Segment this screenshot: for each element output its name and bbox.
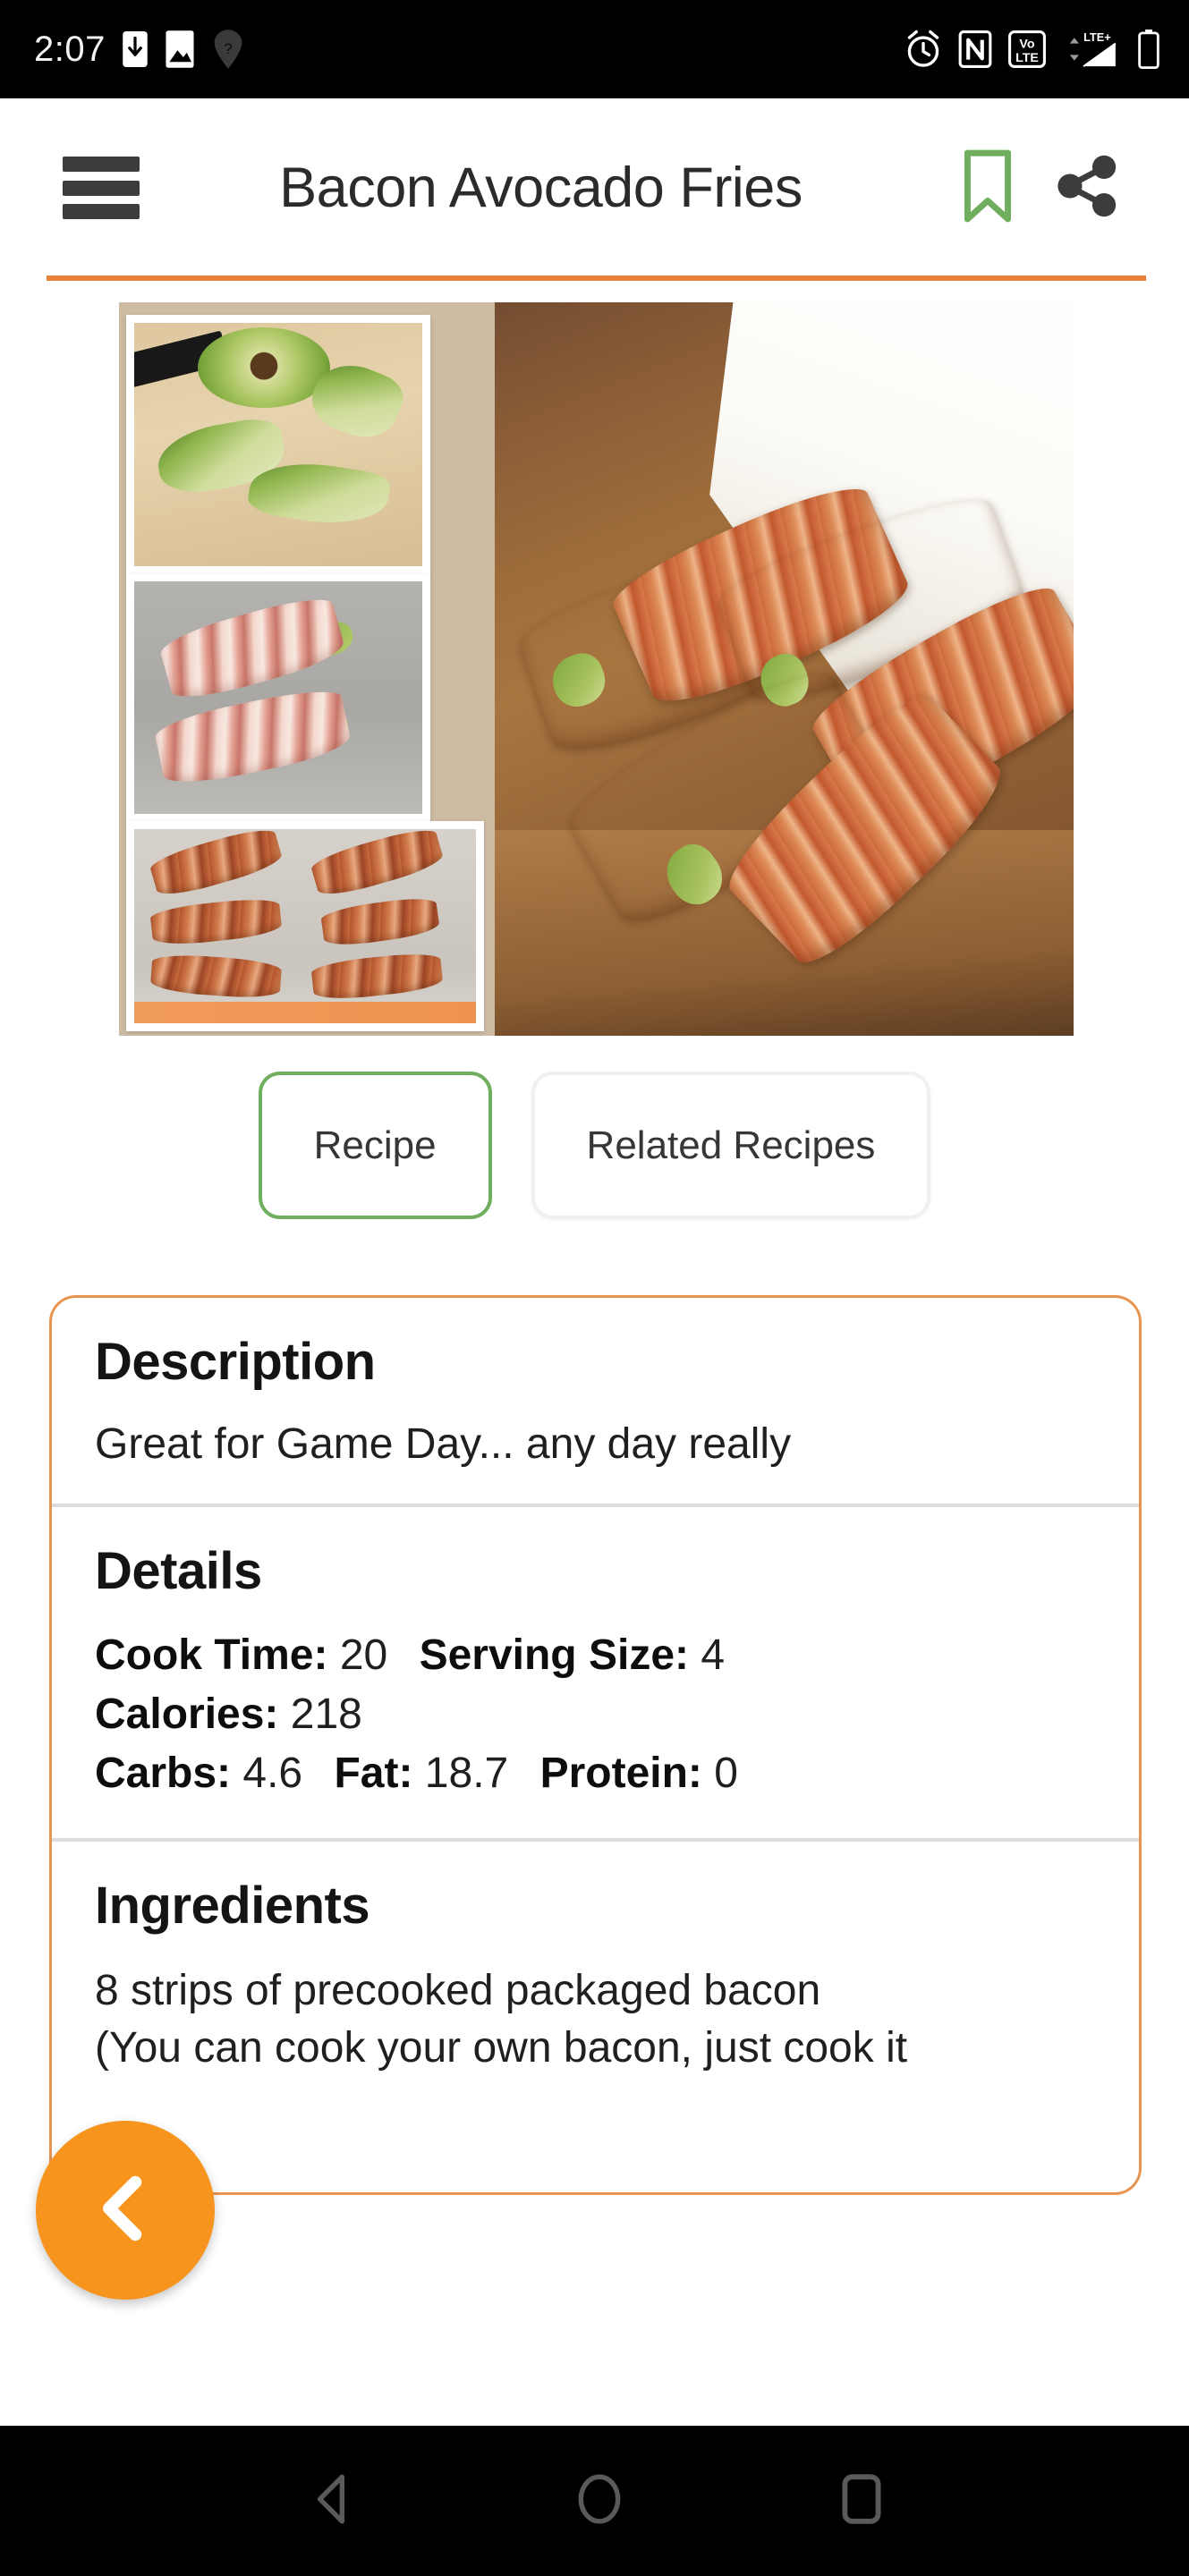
status-bar-clock: 2:07: [34, 29, 106, 69]
page-title: Bacon Avocado Fries: [279, 157, 803, 219]
chevron-left-icon: [85, 2168, 166, 2253]
svg-text:?: ?: [224, 40, 232, 57]
tab-related-recipes-label: Related Recipes: [586, 1123, 876, 1167]
recipe-content-card: Description Great for Game Day... any da…: [49, 1295, 1142, 2195]
bookmark-icon[interactable]: [960, 149, 1015, 227]
detail-value-calories: 218: [290, 1690, 362, 1738]
status-bar-left: 2:07 ?: [34, 29, 245, 70]
details-row: Cook Time: 20 Serving Size: 4: [95, 1628, 1096, 1683]
app-bar-actions: [960, 149, 1119, 227]
detail-label-cook-time: Cook Time:: [95, 1631, 328, 1679]
detail-label-calories: Calories:: [95, 1690, 279, 1738]
details-row: Calories: 218: [95, 1687, 1096, 1742]
detail-label-carbs: Carbs:: [95, 1750, 232, 1798]
svg-text:LTE: LTE: [1015, 51, 1039, 65]
detail-value-cook-time: 20: [339, 1631, 388, 1679]
hero-thumb-raw-wraps: [126, 573, 430, 822]
detail-label-fat: Fat:: [334, 1750, 413, 1798]
hero-thumb-cooked-fries: [126, 821, 484, 1031]
tab-related-recipes[interactable]: Related Recipes: [531, 1072, 931, 1219]
app-bar: Bacon Avocado Fries: [0, 98, 1189, 277]
share-icon[interactable]: [1055, 153, 1119, 224]
svg-text:LTE+: LTE+: [1083, 30, 1111, 44]
ingredients-heading: Ingredients: [95, 1876, 370, 1935]
details-row: Carbs: 4.6 Fat: 18.7 Protein: 0: [95, 1746, 1096, 1801]
alarm-clock-icon: [904, 30, 942, 69]
image-icon: [165, 30, 195, 69]
nfc-icon: [958, 30, 992, 69]
svg-text:Vo: Vo: [1019, 38, 1034, 52]
ingredients-section: Ingredients 8 strips of precooked packag…: [52, 1837, 1139, 2110]
back-fab-button[interactable]: [36, 2121, 215, 2300]
details-section: Details Cook Time: 20 Serving Size: 4 Ca…: [52, 1503, 1139, 1838]
detail-value-fat: 18.7: [424, 1750, 509, 1798]
status-bar-right: Vo LTE LTE+: [904, 29, 1160, 70]
app-bar-underline: [47, 275, 1146, 281]
details-heading: Details: [95, 1541, 262, 1600]
ingredient-line: 8 strips of precooked packaged bacon: [95, 1966, 821, 2014]
lte-plus-signal-icon: LTE+: [1062, 29, 1121, 70]
hero-thumb-avocado: [126, 315, 430, 574]
app-screen: 2:07 ? Vo LTE LTE+ Bacon Avocado Fries R…: [0, 0, 1189, 2576]
detail-value-protein: 0: [714, 1750, 738, 1798]
tab-recipe[interactable]: Recipe: [258, 1072, 492, 1219]
status-bar: 2:07 ? Vo LTE LTE+: [0, 0, 1189, 98]
hero-main-photo: [495, 302, 1074, 1036]
download-to-phone-icon: [122, 30, 149, 69]
unknown-location-icon: ?: [211, 29, 245, 70]
detail-label-protein: Protein:: [539, 1750, 702, 1798]
detail-value-serving-size: 4: [701, 1631, 726, 1679]
detail-value-carbs: 4.6: [242, 1750, 303, 1798]
tab-bar: Recipe Related Recipes: [0, 1072, 1189, 1219]
android-navigation-bar: [0, 2426, 1189, 2576]
tab-recipe-label: Recipe: [313, 1123, 437, 1167]
back-button[interactable]: [305, 2471, 361, 2531]
detail-label-serving-size: Serving Size:: [419, 1631, 689, 1679]
description-text: Great for Game Day... any day really: [95, 1420, 792, 1468]
description-section: Description Great for Game Day... any da…: [52, 1298, 1139, 1504]
ingredient-line: (You can cook your own bacon, just cook …: [95, 2024, 908, 2072]
battery-icon: [1137, 30, 1160, 69]
volte-icon: Vo LTE: [1008, 30, 1046, 69]
recipe-hero-image[interactable]: [119, 302, 1074, 1036]
description-heading: Description: [95, 1333, 376, 1391]
recents-button[interactable]: [838, 2471, 885, 2531]
home-button[interactable]: [573, 2471, 625, 2531]
